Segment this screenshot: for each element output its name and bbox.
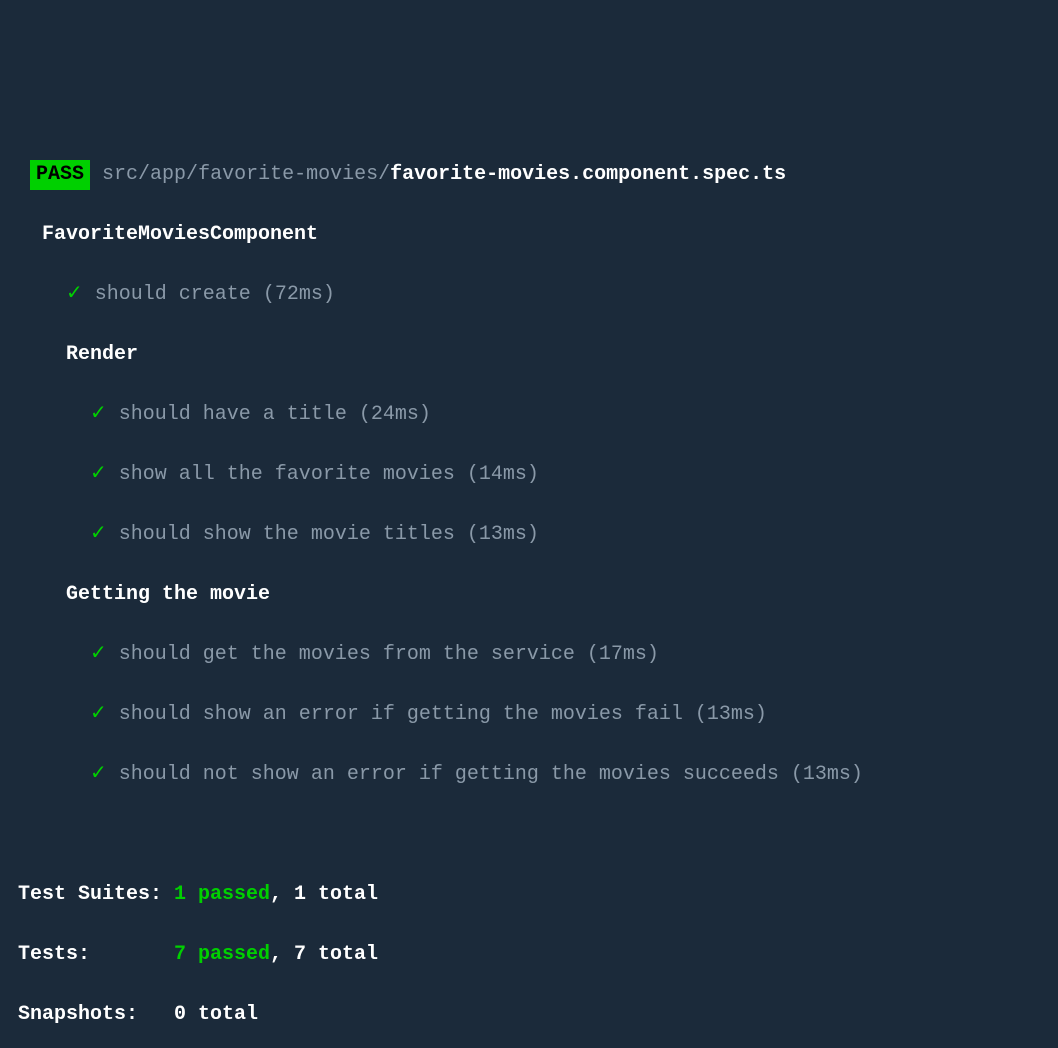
file-name: favorite-movies.component.spec.ts: [390, 163, 786, 186]
terminal-output: PASS src/app/favorite-movies/favorite-mo…: [18, 130, 1040, 1048]
check-icon: ✓: [90, 403, 107, 426]
test-time: (13ms): [467, 523, 539, 546]
test-desc: should not show an error if getting the …: [119, 763, 779, 786]
test-desc: should show the movie titles: [119, 523, 455, 546]
summary-passed: 1 passed: [174, 883, 270, 906]
test-result: ✓ should get the movies from the service…: [18, 640, 1040, 670]
test-time: (13ms): [791, 763, 863, 786]
file-header-line: PASS src/app/favorite-movies/favorite-mo…: [18, 160, 1040, 190]
test-result: ✓ should show an error if getting the mo…: [18, 700, 1040, 730]
check-icon: ✓: [66, 283, 83, 306]
test-time: (14ms): [467, 463, 539, 486]
summary-value: 0 total: [174, 1003, 258, 1026]
summary-label: Test Suites:: [18, 880, 174, 910]
describe-group: Render: [66, 343, 138, 366]
describe-root: FavoriteMoviesComponent: [42, 223, 318, 246]
check-icon: ✓: [90, 703, 107, 726]
test-time: (13ms): [695, 703, 767, 726]
summary-total: , 1 total: [270, 883, 378, 906]
summary-suites: Test Suites:1 passed, 1 total: [18, 880, 1040, 910]
summary-snapshots: Snapshots:0 total: [18, 1000, 1040, 1030]
test-time: (24ms): [359, 403, 431, 426]
test-desc: should get the movies from the service: [119, 643, 575, 666]
summary-label: Tests:: [18, 940, 174, 970]
test-desc: show all the favorite movies: [119, 463, 455, 486]
test-result: ✓ should have a title (24ms): [18, 400, 1040, 430]
summary-label: Snapshots:: [18, 1000, 174, 1030]
check-icon: ✓: [90, 523, 107, 546]
test-time: (72ms): [263, 283, 335, 306]
summary-passed: 7 passed: [174, 943, 270, 966]
test-result: ✓ show all the favorite movies (14ms): [18, 460, 1040, 490]
test-result: ✓ should show the movie titles (13ms): [18, 520, 1040, 550]
check-icon: ✓: [90, 763, 107, 786]
describe-group: Getting the movie: [66, 583, 270, 606]
check-icon: ✓: [90, 643, 107, 666]
summary-tests: Tests:7 passed, 7 total: [18, 940, 1040, 970]
file-path-prefix: src/app/favorite-movies/: [102, 163, 390, 186]
test-time: (17ms): [587, 643, 659, 666]
test-result: ✓ should create (72ms): [18, 280, 1040, 310]
test-desc: should create: [95, 283, 251, 306]
summary-total: , 7 total: [270, 943, 378, 966]
pass-badge: PASS: [30, 160, 90, 190]
check-icon: ✓: [90, 463, 107, 486]
test-desc: should have a title: [119, 403, 347, 426]
test-desc: should show an error if getting the movi…: [119, 703, 683, 726]
test-result: ✓ should not show an error if getting th…: [18, 760, 1040, 790]
